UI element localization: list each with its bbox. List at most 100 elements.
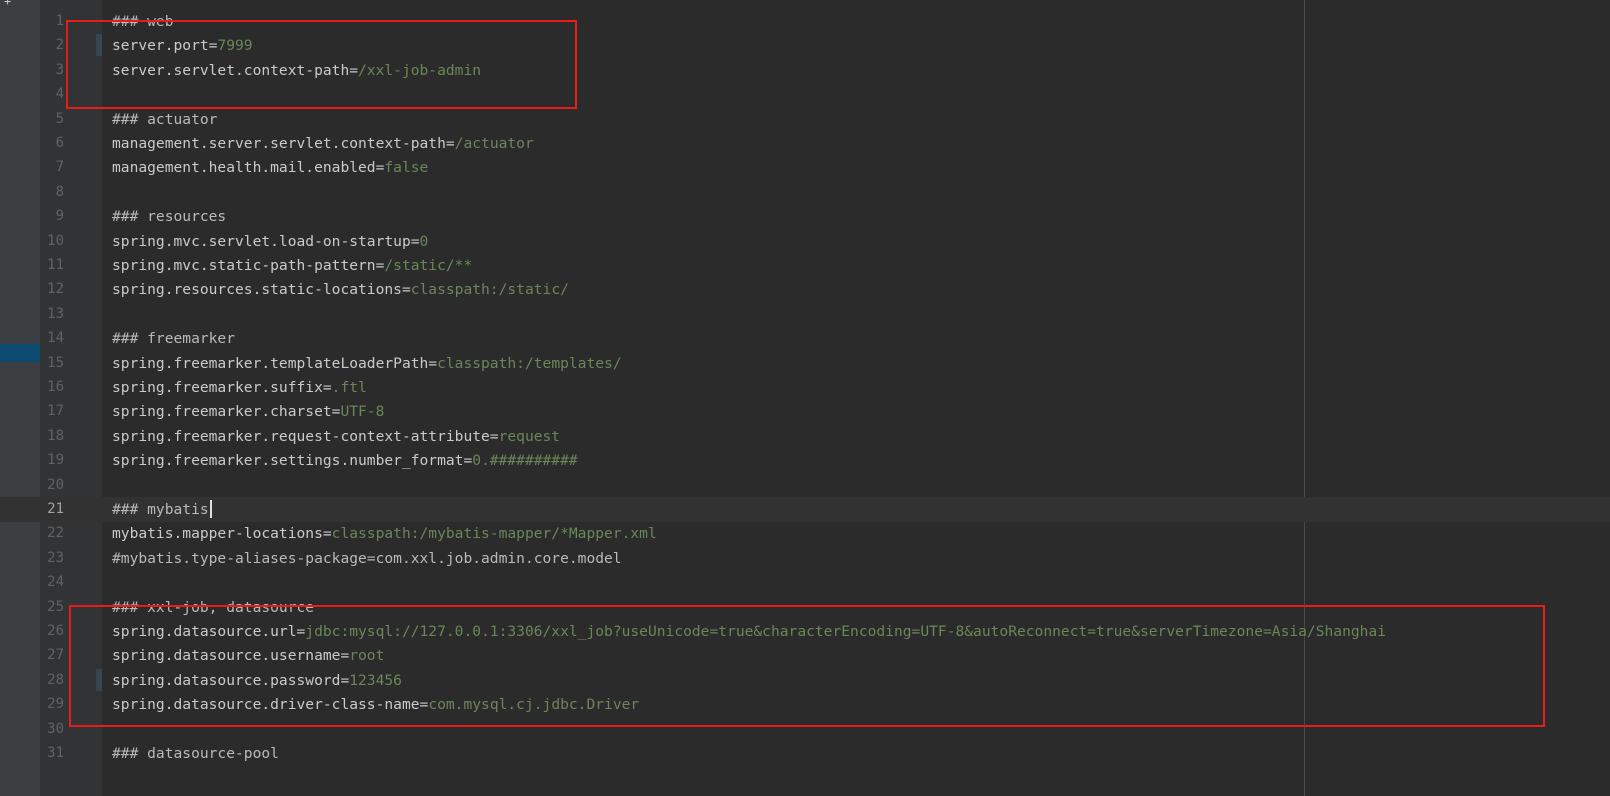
property-key: spring.mvc.static-path-pattern= — [112, 257, 385, 274]
line-number: 19 — [47, 452, 64, 469]
line-number: 10 — [47, 232, 64, 249]
code-line[interactable]: 13 — [0, 302, 1610, 327]
code-text: spring.resources.static-locations=classp… — [112, 277, 569, 302]
line-number: 26 — [47, 623, 64, 639]
highlight-box-datasource — [69, 605, 1545, 727]
line-number: 14 — [47, 330, 64, 347]
code-line[interactable]: 17 spring.freemarker.charset=UTF-8 — [0, 399, 1610, 424]
code-line[interactable]: 18 spring.freemarker.request-context-attr… — [0, 424, 1610, 449]
code-text: ### mybatis — [112, 497, 212, 522]
code-line[interactable]: 11 spring.mvc.static-path-pattern=/static… — [0, 253, 1610, 278]
code-line[interactable]: 10 spring.mvc.servlet.load-on-startup=0 — [0, 229, 1610, 254]
line-number: 28 — [47, 671, 64, 688]
property-value: classpath:/templates/ — [437, 354, 622, 372]
property-key: spring.resources.static-locations= — [112, 281, 411, 299]
property-key: mybatis.mapper-locations= — [112, 525, 332, 543]
line-number: 27 — [47, 647, 64, 664]
code-line[interactable]: 16 spring.freemarker.suffix=.ftl — [0, 375, 1610, 400]
line-number: 25 — [47, 598, 64, 615]
code-line[interactable]: 22 mybatis.mapper-locations=classpath:/my… — [0, 521, 1610, 546]
line-number: 18 — [47, 427, 64, 444]
line-number: 7 — [55, 159, 64, 176]
line-number: 12 — [47, 281, 64, 298]
code-line[interactable]: 9 ### resources — [0, 204, 1610, 229]
text-caret — [209, 500, 212, 518]
code-text: mybatis.mapper-locations=classpath:/myba… — [112, 521, 657, 546]
line-number: 5 — [55, 110, 64, 127]
line-number: 31 — [47, 745, 64, 761]
code-line[interactable]: 21 ### mybatis — [0, 497, 1610, 522]
comment-text: ### mybatis — [112, 501, 209, 518]
property-value: 0.########## — [472, 452, 578, 470]
code-text: spring.mvc.static-path-pattern=/static/*… — [112, 253, 472, 278]
line-number: 9 — [55, 208, 64, 225]
line-number: 3 — [55, 61, 64, 78]
code-line[interactable]: 19 spring.freemarker.settings.number_form… — [0, 448, 1610, 473]
property-value: UTF-8 — [340, 403, 385, 421]
line-number: 15 — [47, 354, 64, 371]
property-key: spring.freemarker.templateLoaderPath= — [112, 354, 438, 372]
property-key: spring.freemarker.request-context-attrib… — [112, 427, 499, 445]
line-number: 17 — [47, 403, 64, 420]
property-value: classpath:/mybatis-mapper/*Mapper.xml — [331, 525, 657, 543]
property-value: /static/** — [384, 257, 473, 274]
code-text: management.server.servlet.context-path=/… — [112, 131, 534, 156]
property-value: false — [384, 159, 429, 177]
code-text: #mybatis.type-aliases-package=com.xxl.jo… — [112, 546, 622, 571]
highlight-box-web — [66, 20, 577, 109]
code-line[interactable]: 14 ### freemarker — [0, 326, 1610, 351]
code-text: spring.freemarker.charset=UTF-8 — [112, 399, 384, 424]
code-line[interactable]: 20 — [0, 473, 1610, 498]
code-line[interactable]: 7 management.health.mail.enabled=false — [0, 155, 1610, 180]
comment-text: ### actuator — [112, 110, 218, 128]
code-text: spring.freemarker.templateLoaderPath=cla… — [112, 351, 622, 376]
line-number: 1 — [55, 13, 64, 29]
property-value: 0 — [419, 232, 429, 250]
line-number: 20 — [47, 476, 64, 493]
property-value: request — [498, 427, 561, 445]
code-line[interactable]: 6 management.server.servlet.context-path=… — [0, 131, 1610, 156]
code-line[interactable]: 5 ### actuator — [0, 107, 1610, 132]
code-text: ### actuator — [112, 107, 217, 132]
line-number: 8 — [55, 183, 64, 200]
property-key: spring.freemarker.settings.number_format… — [112, 452, 473, 470]
code-line[interactable]: 12 spring.resources.static-locations=clas… — [0, 277, 1610, 302]
property-value: classpath:/static/ — [410, 281, 569, 299]
property-value: .ftl — [331, 379, 367, 396]
code-line[interactable]: 15 spring.freemarker.templateLoaderPath=c… — [0, 351, 1610, 376]
code-line[interactable]: 31 ### datasource-pool — [0, 741, 1610, 766]
line-number: 13 — [47, 305, 64, 322]
comment-text: ### freemarker — [112, 330, 236, 348]
property-key: spring.freemarker.suffix= — [112, 379, 332, 396]
code-text: management.health.mail.enabled=false — [112, 155, 428, 180]
code-text: ### freemarker — [112, 326, 235, 351]
line-number: 23 — [47, 549, 64, 566]
code-text: spring.freemarker.request-context-attrib… — [112, 424, 560, 449]
plus-icon[interactable]: + — [4, 0, 11, 8]
comment-text: #mybatis.type-aliases-package=com.xxl.jo… — [112, 549, 622, 567]
line-number: 16 — [47, 379, 64, 395]
line-number: 30 — [47, 720, 64, 737]
code-text: spring.freemarker.settings.number_format… — [112, 448, 578, 473]
code-text: spring.mvc.servlet.load-on-startup=0 — [112, 229, 428, 254]
line-number: 2 — [55, 37, 64, 54]
code-text: ### datasource-pool — [112, 741, 279, 766]
code-line[interactable]: 24 — [0, 570, 1610, 595]
line-number: 21 — [47, 501, 64, 517]
property-key: management.server.servlet.context-path= — [112, 135, 455, 152]
line-number: 11 — [47, 257, 64, 273]
line-number: 6 — [55, 135, 64, 151]
property-key: spring.freemarker.charset= — [112, 403, 341, 421]
property-key: management.health.mail.enabled= — [112, 159, 385, 177]
property-value: /actuator — [454, 135, 534, 152]
line-number: 29 — [47, 696, 64, 713]
comment-text: ### resources — [112, 208, 227, 226]
property-key: spring.mvc.servlet.load-on-startup= — [112, 232, 420, 250]
line-number: 24 — [47, 574, 64, 591]
line-number: 4 — [55, 86, 64, 103]
code-line[interactable]: 8 — [0, 180, 1610, 205]
comment-text: ### datasource-pool — [112, 745, 279, 762]
code-line[interactable]: 23 #mybatis.type-aliases-package=com.xxl.… — [0, 546, 1610, 571]
line-number: 22 — [47, 525, 64, 542]
code-text: spring.freemarker.suffix=.ftl — [112, 375, 367, 400]
